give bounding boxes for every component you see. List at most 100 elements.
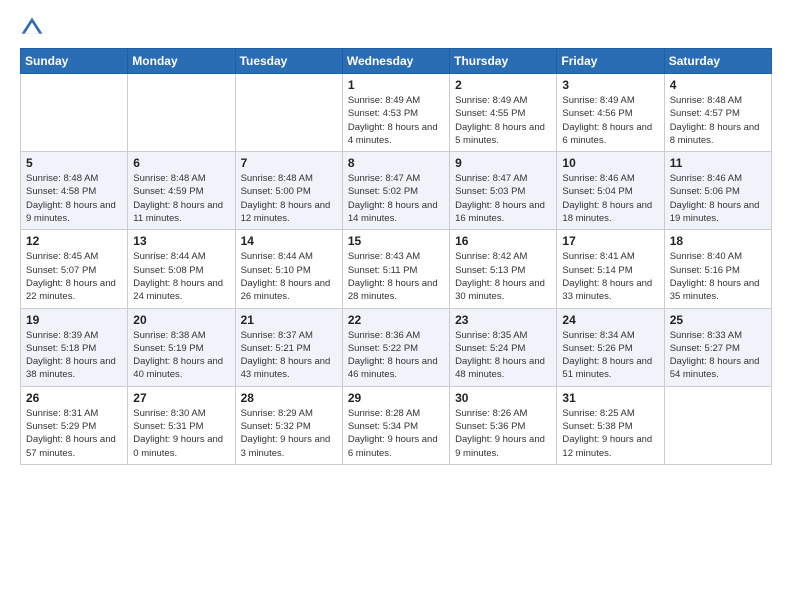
day-info: Sunrise: 8:47 AM Sunset: 5:03 PM Dayligh… (455, 172, 551, 225)
day-number: 7 (241, 156, 337, 170)
day-number: 26 (26, 391, 122, 405)
week-row-4: 19Sunrise: 8:39 AM Sunset: 5:18 PM Dayli… (21, 308, 772, 386)
logo (20, 16, 48, 40)
day-info: Sunrise: 8:43 AM Sunset: 5:11 PM Dayligh… (348, 250, 444, 303)
day-cell: 2Sunrise: 8:49 AM Sunset: 4:55 PM Daylig… (450, 74, 557, 152)
day-number: 8 (348, 156, 444, 170)
weekday-friday: Friday (557, 49, 664, 74)
day-info: Sunrise: 8:42 AM Sunset: 5:13 PM Dayligh… (455, 250, 551, 303)
day-cell: 28Sunrise: 8:29 AM Sunset: 5:32 PM Dayli… (235, 386, 342, 464)
day-number: 6 (133, 156, 229, 170)
day-cell: 3 Sunrise: 8:49 AM Sunset: 4:56 PM Daylig… (557, 74, 664, 152)
day-number: 29 (348, 391, 444, 405)
day-info: Sunrise: 8:36 AM Sunset: 5:22 PM Dayligh… (348, 329, 444, 382)
calendar-table: SundayMondayTuesdayWednesdayThursdayFrid… (20, 48, 772, 465)
day-cell: 31Sunrise: 8:25 AM Sunset: 5:38 PM Dayli… (557, 386, 664, 464)
day-info: Sunrise: 8:48 AM Sunset: 4:57 PM Dayligh… (670, 94, 766, 147)
day-cell: 1 Sunrise: 8:49 AM Sunset: 4:53 PM Daylig… (342, 74, 449, 152)
weekday-wednesday: Wednesday (342, 49, 449, 74)
header (20, 16, 772, 40)
logo-icon (20, 16, 44, 40)
day-cell: 24 Sunrise: 8:34 AM Sunset: 5:26 PM Dayli… (557, 308, 664, 386)
day-number: 16 (455, 234, 551, 248)
day-cell: 19Sunrise: 8:39 AM Sunset: 5:18 PM Dayli… (21, 308, 128, 386)
day-info: Sunrise: 8:46 AM Sunset: 5:04 PM Dayligh… (562, 172, 658, 225)
day-number: 3 (562, 78, 658, 92)
day-number: 28 (241, 391, 337, 405)
day-info: Sunrise: 8:49 AM Sunset: 4:55 PM Dayligh… (455, 94, 551, 147)
day-info: Sunrise: 8:40 AM Sunset: 5:16 PM Dayligh… (670, 250, 766, 303)
day-cell: 30 Sunrise: 8:26 AM Sunset: 5:36 PM Dayli… (450, 386, 557, 464)
day-cell: 6Sunrise: 8:48 AM Sunset: 4:59 PM Daylig… (128, 152, 235, 230)
day-number: 4 (670, 78, 766, 92)
day-cell: 9 Sunrise: 8:47 AM Sunset: 5:03 PM Daylig… (450, 152, 557, 230)
day-cell: 27 Sunrise: 8:30 AM Sunset: 5:31 PM Dayli… (128, 386, 235, 464)
day-number: 13 (133, 234, 229, 248)
weekday-sunday: Sunday (21, 49, 128, 74)
weekday-saturday: Saturday (664, 49, 771, 74)
day-info: Sunrise: 8:47 AM Sunset: 5:02 PM Dayligh… (348, 172, 444, 225)
week-row-2: 5 Sunrise: 8:48 AM Sunset: 4:58 PM Daylig… (21, 152, 772, 230)
day-cell: 8 Sunrise: 8:47 AM Sunset: 5:02 PM Daylig… (342, 152, 449, 230)
day-number: 9 (455, 156, 551, 170)
day-cell: 15Sunrise: 8:43 AM Sunset: 5:11 PM Dayli… (342, 230, 449, 308)
day-info: Sunrise: 8:35 AM Sunset: 5:24 PM Dayligh… (455, 329, 551, 382)
day-cell: 29Sunrise: 8:28 AM Sunset: 5:34 PM Dayli… (342, 386, 449, 464)
day-info: Sunrise: 8:48 AM Sunset: 4:58 PM Dayligh… (26, 172, 122, 225)
day-info: Sunrise: 8:34 AM Sunset: 5:26 PM Dayligh… (562, 329, 658, 382)
day-number: 21 (241, 313, 337, 327)
day-number: 14 (241, 234, 337, 248)
day-cell: 10 Sunrise: 8:46 AM Sunset: 5:04 PM Dayli… (557, 152, 664, 230)
day-number: 24 (562, 313, 658, 327)
day-cell: 23 Sunrise: 8:35 AM Sunset: 5:24 PM Dayli… (450, 308, 557, 386)
day-info: Sunrise: 8:49 AM Sunset: 4:56 PM Dayligh… (562, 94, 658, 147)
week-row-3: 12 Sunrise: 8:45 AM Sunset: 5:07 PM Dayli… (21, 230, 772, 308)
day-number: 25 (670, 313, 766, 327)
day-number: 17 (562, 234, 658, 248)
page: SundayMondayTuesdayWednesdayThursdayFrid… (0, 0, 792, 612)
weekday-thursday: Thursday (450, 49, 557, 74)
day-cell: 17 Sunrise: 8:41 AM Sunset: 5:14 PM Dayli… (557, 230, 664, 308)
day-number: 22 (348, 313, 444, 327)
day-cell (128, 74, 235, 152)
day-cell: 13Sunrise: 8:44 AM Sunset: 5:08 PM Dayli… (128, 230, 235, 308)
day-cell: 11Sunrise: 8:46 AM Sunset: 5:06 PM Dayli… (664, 152, 771, 230)
day-number: 20 (133, 313, 229, 327)
day-cell: 26Sunrise: 8:31 AM Sunset: 5:29 PM Dayli… (21, 386, 128, 464)
day-info: Sunrise: 8:26 AM Sunset: 5:36 PM Dayligh… (455, 407, 551, 460)
day-info: Sunrise: 8:30 AM Sunset: 5:31 PM Dayligh… (133, 407, 229, 460)
day-number: 5 (26, 156, 122, 170)
day-cell (235, 74, 342, 152)
day-info: Sunrise: 8:48 AM Sunset: 5:00 PM Dayligh… (241, 172, 337, 225)
day-info: Sunrise: 8:39 AM Sunset: 5:18 PM Dayligh… (26, 329, 122, 382)
day-info: Sunrise: 8:38 AM Sunset: 5:19 PM Dayligh… (133, 329, 229, 382)
day-cell: 25 Sunrise: 8:33 AM Sunset: 5:27 PM Dayli… (664, 308, 771, 386)
day-cell: 7 Sunrise: 8:48 AM Sunset: 5:00 PM Daylig… (235, 152, 342, 230)
day-cell: 5 Sunrise: 8:48 AM Sunset: 4:58 PM Daylig… (21, 152, 128, 230)
day-info: Sunrise: 8:37 AM Sunset: 5:21 PM Dayligh… (241, 329, 337, 382)
day-number: 31 (562, 391, 658, 405)
day-cell (21, 74, 128, 152)
day-cell: 12 Sunrise: 8:45 AM Sunset: 5:07 PM Dayli… (21, 230, 128, 308)
day-number: 12 (26, 234, 122, 248)
weekday-header-row: SundayMondayTuesdayWednesdayThursdayFrid… (21, 49, 772, 74)
day-number: 30 (455, 391, 551, 405)
day-number: 10 (562, 156, 658, 170)
weekday-tuesday: Tuesday (235, 49, 342, 74)
day-info: Sunrise: 8:33 AM Sunset: 5:27 PM Dayligh… (670, 329, 766, 382)
day-cell: 20 Sunrise: 8:38 AM Sunset: 5:19 PM Dayli… (128, 308, 235, 386)
week-row-1: 1 Sunrise: 8:49 AM Sunset: 4:53 PM Daylig… (21, 74, 772, 152)
day-info: Sunrise: 8:45 AM Sunset: 5:07 PM Dayligh… (26, 250, 122, 303)
day-cell: 21 Sunrise: 8:37 AM Sunset: 5:21 PM Dayli… (235, 308, 342, 386)
day-cell: 18Sunrise: 8:40 AM Sunset: 5:16 PM Dayli… (664, 230, 771, 308)
day-number: 1 (348, 78, 444, 92)
day-cell (664, 386, 771, 464)
day-cell: 4 Sunrise: 8:48 AM Sunset: 4:57 PM Daylig… (664, 74, 771, 152)
day-number: 27 (133, 391, 229, 405)
day-number: 23 (455, 313, 551, 327)
day-info: Sunrise: 8:41 AM Sunset: 5:14 PM Dayligh… (562, 250, 658, 303)
day-cell: 16 Sunrise: 8:42 AM Sunset: 5:13 PM Dayli… (450, 230, 557, 308)
day-info: Sunrise: 8:46 AM Sunset: 5:06 PM Dayligh… (670, 172, 766, 225)
day-info: Sunrise: 8:49 AM Sunset: 4:53 PM Dayligh… (348, 94, 444, 147)
week-row-5: 26Sunrise: 8:31 AM Sunset: 5:29 PM Dayli… (21, 386, 772, 464)
